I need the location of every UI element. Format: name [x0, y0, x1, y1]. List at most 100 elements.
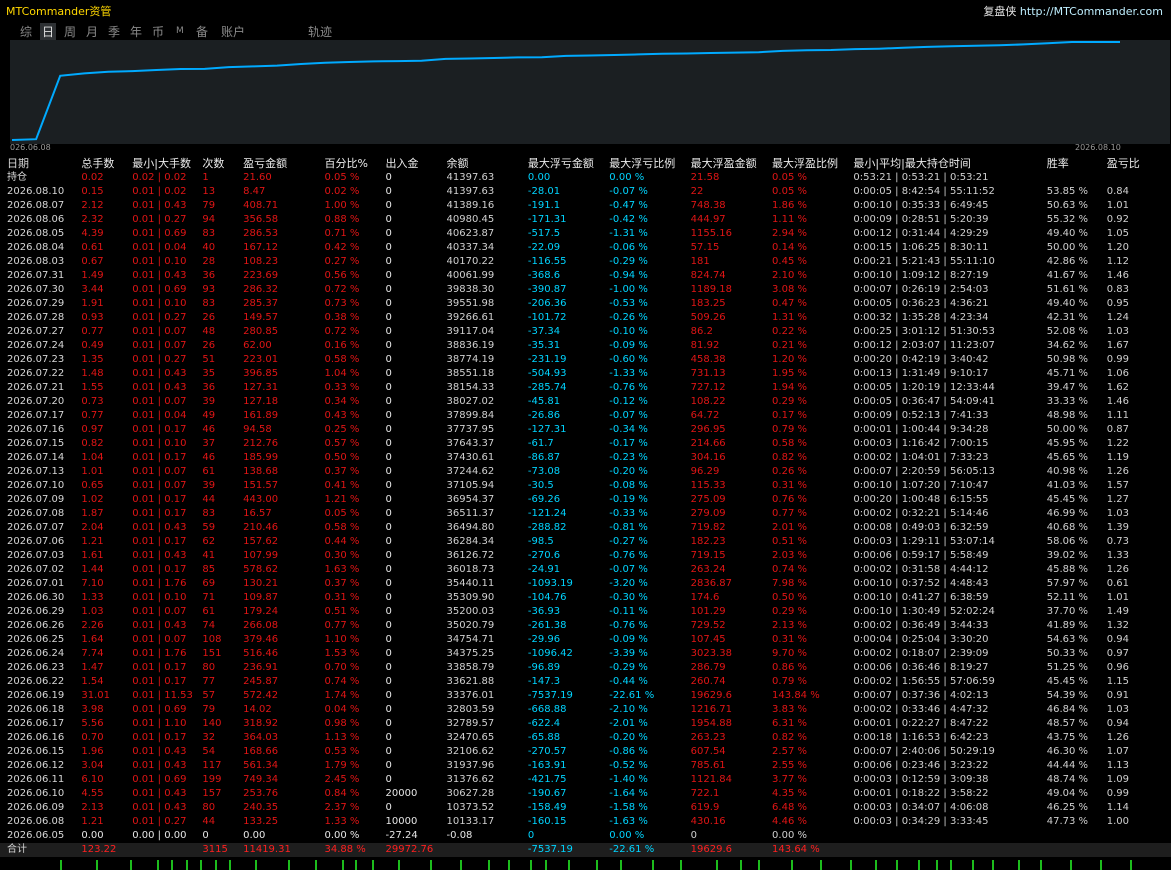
table-row[interactable]: 2026.06.12 3.04 0.01 | 0.43 117 561.34 1.79 %…: [0, 759, 1171, 773]
column-header-13[interactable]: 胜率: [1047, 157, 1107, 171]
table-row[interactable]: 2026.07.28 0.93 0.01 | 0.27 26 149.57 0.38 % 0…: [0, 311, 1171, 325]
table-cell: 0.01 | 0.07: [132, 634, 187, 645]
table-row[interactable]: 2026.06.17 5.56 0.01 | 1.10 140 318.92 0.98 %…: [0, 717, 1171, 731]
table-cell: 1.15: [1106, 676, 1129, 687]
table-cell: 52.11 %: [1046, 592, 1089, 603]
table-row[interactable]: 2026.07.30 3.44 0.01 | 0.69 93 286.32 0.72 % 0…: [0, 283, 1171, 297]
column-header-12[interactable]: 最小|平均|最大持仓时间: [853, 157, 1046, 171]
tab-2[interactable]: 周: [62, 23, 78, 40]
tab-6[interactable]: 币: [150, 23, 166, 40]
column-header-0[interactable]: 日期: [0, 157, 81, 171]
table-row[interactable]: 2026.08.07 2.12 0.01 | 0.43 79 408.71 1.00 % 0…: [0, 199, 1171, 213]
table-cell: 1.46: [1106, 396, 1129, 407]
table-row[interactable]: 2026.07.08 1.87 0.01 | 0.17 83 16.57 0.05 % 0 3…: [0, 507, 1171, 521]
column-header-3[interactable]: 次数: [202, 157, 243, 171]
column-header-1[interactable]: 总手数: [81, 157, 132, 171]
table-row[interactable]: 2026.08.04 0.61 0.01 | 0.04 40 167.12 0.42 % 0…: [0, 241, 1171, 255]
table-row[interactable]: 2026.07.14 1.04 0.01 | 0.17 46 185.99 0.50 % 0…: [0, 451, 1171, 465]
table-row[interactable]: 2026.07.29 1.91 0.01 | 0.10 83 285.37 0.73 % 0…: [0, 297, 1171, 311]
table-row[interactable]: 2026.06.30 1.33 0.01 | 0.10 71 109.87 0.31 % 0…: [0, 591, 1171, 605]
table-cell: 41.03 %: [1046, 480, 1089, 491]
table-row[interactable]: 2026.06.18 3.98 0.01 | 0.69 79 14.02 0.04 % 0 3…: [0, 703, 1171, 717]
table-cell: 1.03: [81, 606, 104, 617]
table-cell: 0:00:10 | 1:07:20 | 7:10:47: [853, 480, 989, 491]
tab-1[interactable]: 日: [40, 23, 57, 40]
table-cell: 43.75 %: [1046, 732, 1089, 743]
table-row[interactable]: 2026.07.03 1.61 0.01 | 0.43 41 107.99 0.30 % 0…: [0, 549, 1171, 563]
table-row[interactable]: 2026.07.23 1.35 0.01 | 0.27 51 223.01 0.58 % 0…: [0, 353, 1171, 367]
table-row[interactable]: 2026.06.09 2.13 0.01 | 0.43 80 240.35 2.37 % 0…: [0, 801, 1171, 815]
table-cell: 31376.62: [446, 774, 495, 785]
table-row[interactable]: 2026.07.10 0.65 0.01 | 0.07 39 151.57 0.41 % 0…: [0, 479, 1171, 493]
column-header-8[interactable]: 最大浮亏金额: [528, 157, 609, 171]
table-cell: 39: [202, 480, 216, 491]
table-row[interactable]: 2026.07.07 2.04 0.01 | 0.43 59 210.46 0.58 % 0…: [0, 521, 1171, 535]
table-cell: 32803.59: [446, 704, 495, 715]
table-row[interactable]: 2026.07.16 0.97 0.01 | 0.17 46 94.58 0.25 % 0 3…: [0, 423, 1171, 437]
table-row[interactable]: 2026.06.24 7.74 0.01 | 1.76 151 516.46 1.53 %…: [0, 647, 1171, 661]
table-row[interactable]: 2026.07.02 1.44 0.01 | 0.17 85 578.62 1.63 % 0…: [0, 563, 1171, 577]
table-row[interactable]: 2026.06.23 1.47 0.01 | 0.17 80 236.91 0.70 % 0…: [0, 661, 1171, 675]
table-cell: 245.87: [243, 676, 279, 687]
table-cell: 607.54: [690, 746, 726, 757]
table-row[interactable]: 2026.07.13 1.01 0.01 | 0.07 61 138.68 0.37 % 0…: [0, 465, 1171, 479]
table-row[interactable]: 2026.08.10 0.15 0.01 | 0.02 13 8.47 0.02 % 0 41…: [0, 185, 1171, 199]
website-link[interactable]: http://MTCommander.com: [1020, 5, 1163, 18]
table-row[interactable]: 2026.06.10 4.55 0.01 | 0.43 157 253.76 0.84 %…: [0, 787, 1171, 801]
table-row[interactable]: 2026.07.27 0.77 0.01 | 0.07 48 280.85 0.72 % 0…: [0, 325, 1171, 339]
column-header-9[interactable]: 最大浮亏比例: [609, 157, 690, 171]
column-header-14[interactable]: 盈亏比: [1107, 157, 1171, 171]
column-header-4[interactable]: 盈亏金额: [243, 157, 324, 171]
tab-3[interactable]: 月: [84, 23, 100, 40]
table-cell: 2026.06.05: [7, 830, 65, 841]
table-row[interactable]: 2026.06.19 31.01 0.01 | 11.53 57 572.42 1.74 …: [0, 689, 1171, 703]
tab-0[interactable]: 综: [18, 23, 34, 40]
table-row[interactable]: 2026.06.05 0.00 0.00 | 0.00 0 0.00 0.00 % -27.…: [0, 829, 1171, 843]
table-row[interactable]: 2026.06.25 1.64 0.01 | 0.07 108 379.46 1.10 %…: [0, 633, 1171, 647]
tab-7[interactable]: M: [174, 26, 186, 36]
table-row[interactable]: 2026.07.06 1.21 0.01 | 0.17 62 157.62 0.44 % 0…: [0, 535, 1171, 549]
table-row[interactable]: 2026.06.26 2.26 0.01 | 0.43 74 266.08 0.77 % 0…: [0, 619, 1171, 633]
table-row[interactable]: 2026.06.29 1.03 0.01 | 0.07 61 179.24 0.51 % 0…: [0, 605, 1171, 619]
table-row[interactable]: 2026.07.22 1.48 0.01 | 0.43 35 396.85 1.04 % 0…: [0, 367, 1171, 381]
column-header-7[interactable]: 余额: [447, 157, 528, 171]
table-cell: 516.46: [243, 648, 279, 659]
table-row[interactable]: 2026.06.08 1.21 0.01 | 0.27 44 133.25 1.33 % 1…: [0, 815, 1171, 829]
table-cell: 318.92: [243, 718, 279, 729]
table-row[interactable]: 2026.07.24 0.49 0.01 | 0.07 26 62.00 0.16 % 0 3…: [0, 339, 1171, 353]
column-header-2[interactable]: 最小|大手数: [132, 157, 202, 171]
table-cell: 0.41 %: [324, 480, 360, 491]
table-cell: 0: [385, 648, 392, 659]
column-header-6[interactable]: 出入金: [386, 157, 447, 171]
table-row[interactable]: 2026.06.15 1.96 0.01 | 0.43 54 168.66 0.53 % 0…: [0, 745, 1171, 759]
table-row[interactable]: 2026.07.21 1.55 0.01 | 0.43 36 127.31 0.33 % 0…: [0, 381, 1171, 395]
column-header-10[interactable]: 最大浮盈金额: [691, 157, 772, 171]
table-row[interactable]: 2026.06.16 0.70 0.01 | 0.17 32 364.03 1.13 % 0…: [0, 731, 1171, 745]
timeline-marker: [1018, 860, 1020, 870]
table-row[interactable]: 2026.08.03 0.67 0.01 | 0.10 28 108.23 0.27 % 0…: [0, 255, 1171, 269]
table-cell: 260.74: [690, 676, 726, 687]
tab-9[interactable]: 账户: [219, 23, 247, 40]
table-row[interactable]: 2026.07.20 0.73 0.01 | 0.07 39 127.18 0.34 % 0…: [0, 395, 1171, 409]
table-row[interactable]: 2026.08.06 2.32 0.01 | 0.27 94 356.58 0.88 % 0…: [0, 213, 1171, 227]
tab-5[interactable]: 年: [128, 23, 144, 40]
table-row[interactable]: 2026.07.09 1.02 0.01 | 0.17 44 443.00 1.21 % 0…: [0, 493, 1171, 507]
tab-4[interactable]: 季: [106, 23, 122, 40]
table-row[interactable]: 2026.06.22 1.54 0.01 | 0.17 77 245.87 0.74 % 0…: [0, 675, 1171, 689]
table-cell: -0.09 %: [609, 634, 648, 645]
table-cell: 1.04 %: [324, 368, 360, 379]
column-header-11[interactable]: 最大浮盈比例: [772, 157, 853, 171]
table-cell: 50.98 %: [1046, 354, 1089, 365]
link-label[interactable]: 复盘侠: [983, 5, 1016, 18]
table-row[interactable]: 2026.07.15 0.82 0.01 | 0.10 37 212.76 0.57 % 0…: [0, 437, 1171, 451]
column-header-5[interactable]: 百分比%: [324, 157, 385, 171]
tab-8[interactable]: 备: [194, 23, 210, 40]
table-row[interactable]: 2026.08.05 4.39 0.01 | 0.69 83 286.53 0.71 % 0…: [0, 227, 1171, 241]
table-row[interactable]: 2026.06.11 6.10 0.01 | 0.69 199 749.34 2.45 %…: [0, 773, 1171, 787]
table-row[interactable]: 持仓 0.02 0.02 | 0.02 1 21.60 0.05 % 0 41397.63 0.…: [0, 171, 1171, 185]
table-row[interactable]: 2026.07.31 1.49 0.01 | 0.43 36 223.69 0.56 % 0…: [0, 269, 1171, 283]
tab-10[interactable]: 轨迹: [306, 23, 334, 40]
table-row[interactable]: 2026.07.17 0.77 0.01 | 0.04 49 161.89 0.43 % 0…: [0, 409, 1171, 423]
table-cell: 0: [385, 760, 392, 771]
table-row[interactable]: 2026.07.01 7.10 0.01 | 1.76 69 130.21 0.37 % 0…: [0, 577, 1171, 591]
